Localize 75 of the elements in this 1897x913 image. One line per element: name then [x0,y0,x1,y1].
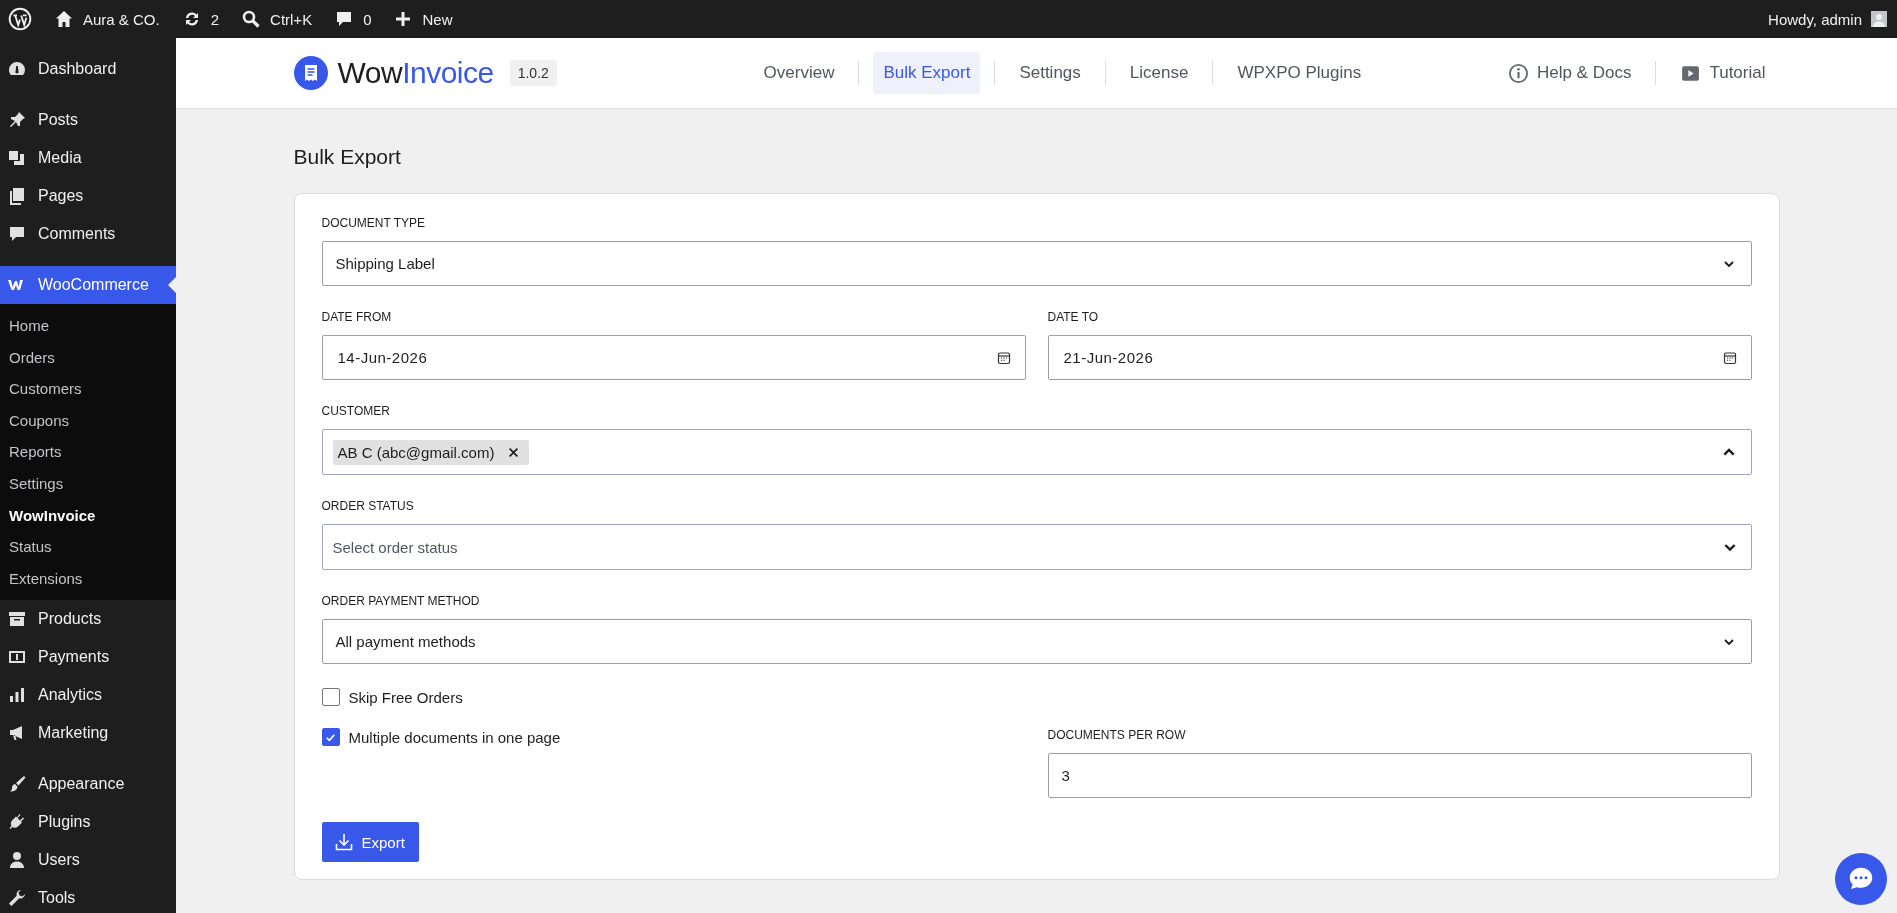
multiple-documents-checkbox[interactable]: Multiple documents in one page [321,728,561,746]
field-label: ORDER PAYMENT METHOD [321,594,481,608]
nav-tab[interactable]: License [1119,52,1199,94]
submenu-item[interactable]: Extensions [0,562,176,595]
calendar-icon [996,350,1011,365]
skip-free-orders-checkbox[interactable]: Skip Free Orders [321,688,463,706]
updates-menu-item[interactable]: 2 [181,9,220,29]
sidebar-item[interactable]: WooCommerce [0,266,176,304]
documents-per-row-input[interactable]: 3 [1047,753,1752,798]
sidebar-item[interactable]: Payments [0,638,176,677]
sidebar-item[interactable]: Media [0,139,176,177]
sidebar-item[interactable]: Plugins [0,803,176,842]
comments-menu-item[interactable]: 0 [334,9,372,29]
date-from-field[interactable]: 14-Jun-2026 [321,335,1026,380]
help-link[interactable]: Help & Docs [1507,62,1632,84]
page-title: Bulk Export [293,145,402,169]
field-label: DATE TO [1047,310,1100,324]
sidebar-item[interactable]: Marketing [0,714,176,753]
nav-tab[interactable]: Settings [1009,52,1091,94]
submenu-item[interactable]: Coupons [0,404,176,437]
comments-icon [7,224,27,244]
checkbox[interactable] [321,728,340,746]
date-to-field[interactable]: 21-Jun-2026 [1047,335,1752,380]
customer-multiselect[interactable]: AB C (abc@gmail.com) [321,429,1752,475]
tools-icon [7,888,27,909]
checkbox[interactable] [321,688,340,706]
submenu-item[interactable]: Customers [0,373,176,405]
sidebar-item[interactable]: Products [0,600,176,639]
document-type-select[interactable]: Shipping Label [321,241,1752,286]
search-icon [241,9,262,29]
tutorial-link[interactable]: Tutorial [1680,62,1766,84]
account-menu[interactable]: Howdy, admin [1768,10,1887,28]
nav-tab[interactable]: Overview [753,52,845,94]
remove-icon[interactable] [508,446,520,458]
home-menu-item[interactable]: Aura & CO. [54,9,160,29]
sidebar-item[interactable]: Comments [0,215,176,253]
calendar-icon [1722,350,1737,365]
avatar-icon [1871,11,1887,27]
nav-tab[interactable]: Bulk Export [873,52,981,94]
sidebar-item[interactable]: Dashboard [0,50,176,88]
field-label: DOCUMENT TYPE [321,216,427,230]
search-menu-item[interactable]: Ctrl+K [241,9,313,29]
chat-button[interactable] [1835,853,1887,905]
sidebar-item[interactable]: Pages [0,177,176,215]
sidebar-item[interactable]: Tools [0,879,176,913]
export-button[interactable]: Export [321,822,419,862]
receipt-logo-icon [293,56,328,90]
submenu-item[interactable]: Orders [0,341,176,374]
submenu-item[interactable]: Home [0,310,176,342]
download-icon [333,832,354,852]
field-label: DOCUMENTS PER ROW [1047,728,1187,742]
users-icon [7,850,27,871]
customer-tag: AB C (abc@gmail.com) [332,439,530,465]
submenu-item[interactable]: Status [0,531,176,563]
field-label: ORDER STATUS [321,499,415,513]
new-menu-item[interactable]: New [393,9,453,29]
media-icon [7,148,27,168]
version-badge: 1.0.2 [509,60,557,86]
submenu-item[interactable]: WowInvoice [0,499,176,532]
nav-tab[interactable]: WPXPO Plugins [1227,52,1372,94]
order-status-select[interactable]: Select order status [321,524,1752,570]
home-icon [54,9,74,29]
field-label: CUSTOMER [321,404,391,418]
wordpress-logo-icon[interactable] [8,7,32,31]
brand-name: WowInvoice [337,56,494,90]
sidebar-item[interactable]: Users [0,841,176,880]
sidebar-item[interactable]: Appearance [0,765,176,804]
sidebar-item[interactable]: Posts [0,101,176,139]
payment-method-select[interactable]: All payment methods [321,619,1752,664]
submenu-item[interactable]: Settings [0,467,176,500]
pages-icon [7,186,27,206]
submenu-item[interactable]: Reports [0,436,176,468]
field-label: DATE FROM [321,310,393,324]
sidebar-item[interactable]: Analytics [0,676,176,715]
info-icon [1507,62,1529,84]
